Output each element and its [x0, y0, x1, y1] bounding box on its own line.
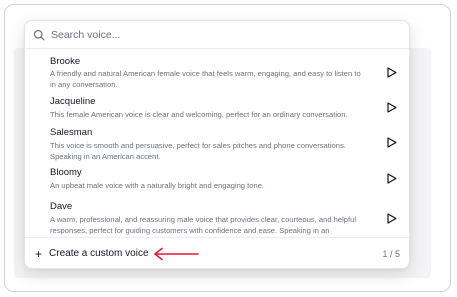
voice-item-bloomy[interactable]: Bloomy An upbeat male voice with a natur… — [25, 161, 409, 197]
create-custom-voice-label: Create a custom voice — [49, 248, 149, 259]
voice-description: This female American voice is clear and … — [50, 110, 348, 119]
search-bar — [25, 21, 409, 49]
voice-name: Brooke — [50, 56, 81, 67]
voice-description: A friendly and natural American female v… — [50, 69, 361, 89]
dropdown-footer: + Create a custom voice 1 / 5 — [25, 237, 409, 268]
search-icon — [33, 29, 45, 40]
voice-item-brooke[interactable]: Brooke A friendly and natural American f… — [25, 51, 409, 91]
voice-name: Dave — [50, 201, 73, 212]
annotation-arrow-icon — [154, 247, 199, 261]
plus-icon: + — [35, 246, 43, 261]
play-icon[interactable] — [385, 135, 399, 149]
create-custom-voice-button[interactable]: + Create a custom voice — [35, 246, 149, 261]
voice-description: A warm, professional, and reassuring mal… — [50, 215, 357, 235]
search-input[interactable] — [51, 28, 371, 41]
voice-dropdown: Brooke A friendly and natural American f… — [24, 20, 410, 269]
voice-name: Bloomy — [50, 167, 82, 178]
voice-name: Salesman — [50, 127, 93, 138]
voice-description: This voice is smooth and persuasive, per… — [50, 141, 346, 161]
play-icon[interactable] — [385, 171, 399, 185]
page-indicator: 1 / 5 — [382, 249, 400, 259]
voice-list: Brooke A friendly and natural American f… — [25, 51, 409, 235]
play-icon[interactable] — [385, 100, 399, 114]
voice-description: An upbeat male voice with a naturally br… — [50, 181, 265, 190]
voice-item-dave[interactable]: Dave A warm, professional, and reassurin… — [25, 197, 409, 235]
play-icon[interactable] — [385, 65, 399, 79]
play-icon[interactable] — [385, 211, 399, 225]
voice-item-salesman[interactable]: Salesman This voice is smooth and persua… — [25, 121, 409, 161]
scrollbar[interactable] — [406, 51, 409, 235]
voice-item-jacqueline[interactable]: Jacqueline This female American voice is… — [25, 91, 409, 121]
voice-name: Jacqueline — [50, 96, 96, 107]
